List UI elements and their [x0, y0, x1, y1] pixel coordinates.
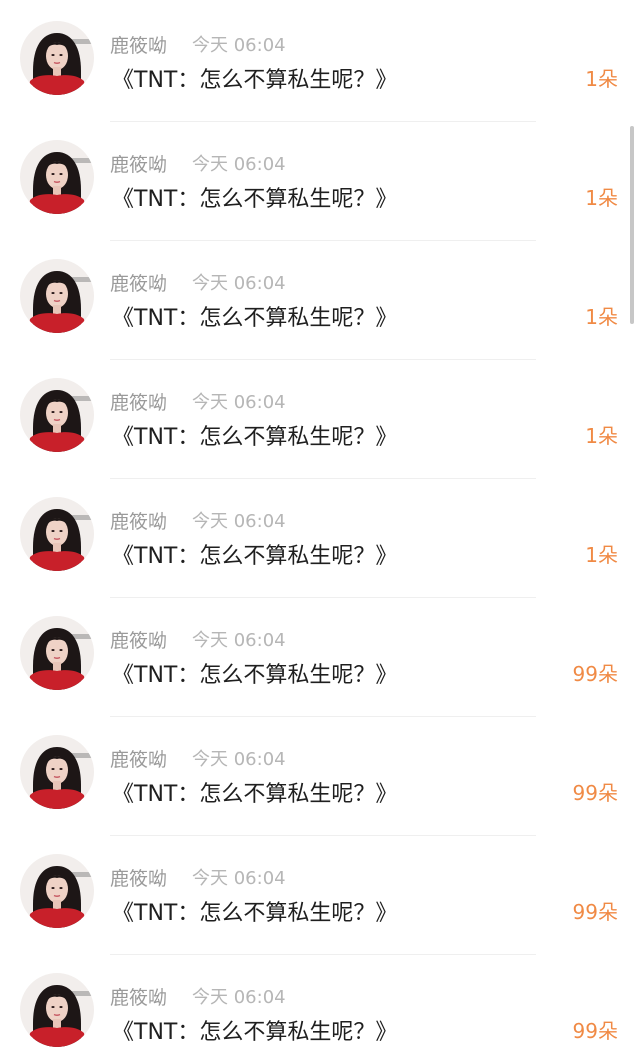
message-timestamp: 今天 06:04	[192, 511, 286, 532]
message-row[interactable]: 鹿筱呦 今天 06:04 《TNT：怎么不算私生呢？》 99朵	[0, 955, 640, 1056]
username[interactable]: 鹿筱呦	[110, 31, 167, 58]
message-row[interactable]: 鹿筱呦 今天 06:04 《TNT：怎么不算私生呢？》 1朵	[0, 122, 640, 241]
message-row[interactable]: 鹿筱呦 今天 06:04 《TNT：怎么不算私生呢？》 99朵	[0, 836, 640, 955]
scrollbar[interactable]	[630, 126, 634, 324]
username[interactable]: 鹿筱呦	[110, 983, 167, 1010]
user-avatar-icon[interactable]	[20, 497, 94, 571]
username[interactable]: 鹿筱呦	[110, 269, 167, 296]
message-timestamp: 今天 06:04	[192, 630, 286, 651]
gift-count: 1朵	[585, 67, 618, 91]
message-timestamp: 今天 06:04	[192, 154, 286, 175]
user-avatar-icon[interactable]	[20, 21, 94, 95]
message-text: 《TNT：怎么不算私生呢？》	[112, 425, 398, 450]
gift-count: 1朵	[585, 543, 618, 567]
username[interactable]: 鹿筱呦	[110, 507, 167, 534]
message-text: 《TNT：怎么不算私生呢？》	[112, 901, 398, 926]
user-avatar-icon[interactable]	[20, 735, 94, 809]
message-timestamp: 今天 06:04	[192, 35, 286, 56]
gift-count: 1朵	[585, 305, 618, 329]
username[interactable]: 鹿筱呦	[110, 864, 167, 891]
message-row[interactable]: 鹿筱呦 今天 06:04 《TNT：怎么不算私生呢？》 1朵	[0, 3, 640, 122]
user-avatar-icon[interactable]	[20, 854, 94, 928]
message-text: 《TNT：怎么不算私生呢？》	[112, 68, 398, 93]
user-avatar-icon[interactable]	[20, 973, 94, 1047]
gift-count: 99朵	[572, 662, 618, 686]
username[interactable]: 鹿筱呦	[110, 388, 167, 415]
message-list[interactable]: 鹿筱呦 今天 06:04 《TNT：怎么不算私生呢？》 1朵 鹿筱呦 今天 06…	[0, 0, 640, 1056]
message-row[interactable]: 鹿筱呦 今天 06:04 《TNT：怎么不算私生呢？》 99朵	[0, 598, 640, 717]
user-avatar-icon[interactable]	[20, 140, 94, 214]
gift-count: 1朵	[585, 186, 618, 210]
message-timestamp: 今天 06:04	[192, 868, 286, 889]
username[interactable]: 鹿筱呦	[110, 150, 167, 177]
message-row[interactable]: 鹿筱呦 今天 06:04 《TNT：怎么不算私生呢？》 1朵	[0, 241, 640, 360]
user-avatar-icon[interactable]	[20, 616, 94, 690]
message-text: 《TNT：怎么不算私生呢？》	[112, 306, 398, 331]
message-text: 《TNT：怎么不算私生呢？》	[112, 782, 398, 807]
message-timestamp: 今天 06:04	[192, 392, 286, 413]
message-row[interactable]: 鹿筱呦 今天 06:04 《TNT：怎么不算私生呢？》 1朵	[0, 479, 640, 598]
username[interactable]: 鹿筱呦	[110, 626, 167, 653]
message-text: 《TNT：怎么不算私生呢？》	[112, 663, 398, 688]
message-text: 《TNT：怎么不算私生呢？》	[112, 187, 398, 212]
message-row[interactable]: 鹿筱呦 今天 06:04 《TNT：怎么不算私生呢？》 99朵	[0, 717, 640, 836]
message-text: 《TNT：怎么不算私生呢？》	[112, 544, 398, 569]
gift-count: 1朵	[585, 424, 618, 448]
message-timestamp: 今天 06:04	[192, 273, 286, 294]
message-timestamp: 今天 06:04	[192, 987, 286, 1008]
gift-count: 99朵	[572, 900, 618, 924]
user-avatar-icon[interactable]	[20, 378, 94, 452]
message-text: 《TNT：怎么不算私生呢？》	[112, 1020, 398, 1045]
message-row[interactable]: 鹿筱呦 今天 06:04 《TNT：怎么不算私生呢？》 1朵	[0, 360, 640, 479]
message-timestamp: 今天 06:04	[192, 749, 286, 770]
user-avatar-icon[interactable]	[20, 259, 94, 333]
username[interactable]: 鹿筱呦	[110, 745, 167, 772]
gift-count: 99朵	[572, 781, 618, 805]
gift-count: 99朵	[572, 1019, 618, 1043]
